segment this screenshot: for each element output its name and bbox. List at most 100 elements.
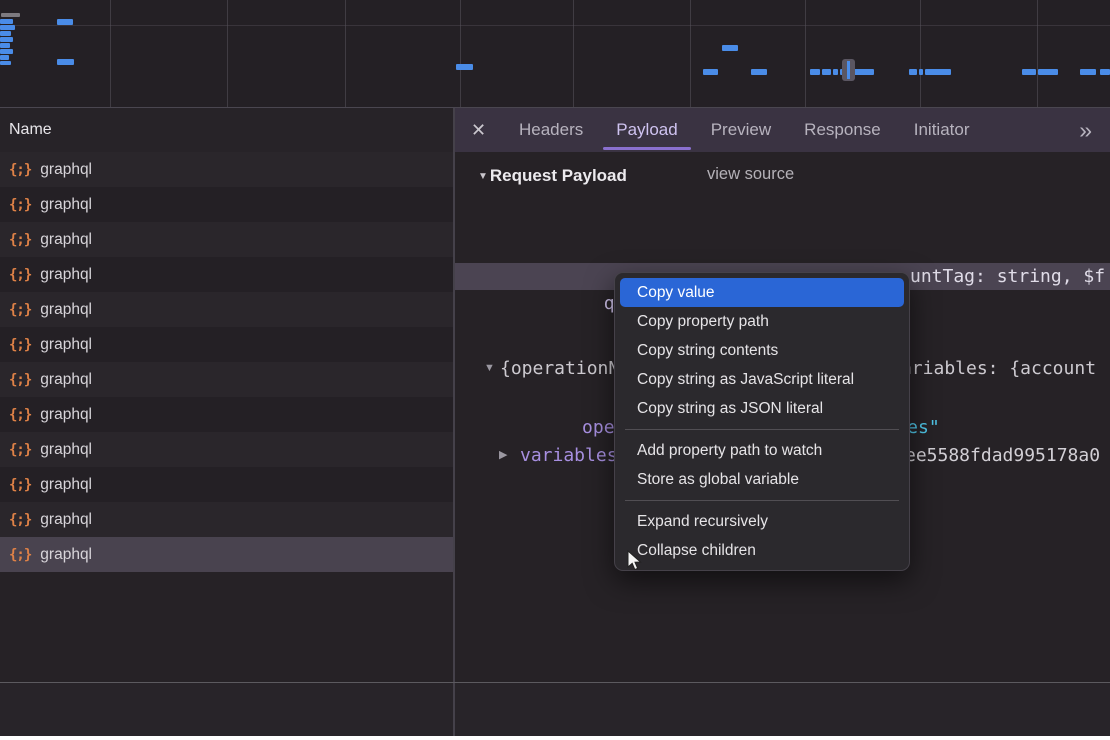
waterfall-bar[interactable] (1080, 69, 1096, 75)
waterfall-bar[interactable] (0, 19, 13, 24)
menu-item-copy-value[interactable]: Copy value (620, 278, 904, 307)
menu-item-store-as-global-variable[interactable]: Store as global variable (620, 465, 904, 494)
section-collapse-icon[interactable]: ▼ (478, 171, 488, 182)
waterfall-bar[interactable] (919, 69, 923, 75)
column-header-name[interactable]: Name (0, 108, 453, 153)
braces-fetch-icon: {;} (9, 337, 31, 353)
menu-item-copy-property-path[interactable]: Copy property path (620, 307, 904, 336)
request-row[interactable]: {;} graphql (0, 327, 453, 362)
braces-fetch-icon: {;} (9, 477, 31, 493)
waterfall-bar[interactable] (456, 64, 473, 70)
close-detail-pane-button[interactable]: ✕ (471, 108, 486, 152)
requests-table: Name {;} graphql {;} graphql {;} graphql {;} gr… (0, 108, 453, 736)
braces-fetch-icon: {;} (9, 442, 31, 458)
braces-fetch-icon: {;} (9, 372, 31, 388)
request-name-label: graphql (40, 511, 92, 529)
menu-item-expand-recursively[interactable]: Expand recursively (620, 507, 904, 536)
waterfall-bar[interactable] (810, 69, 820, 75)
request-row[interactable]: {;} graphql (0, 467, 453, 502)
menu-item-add-property-path-to-watch[interactable]: Add property path to watch (620, 436, 904, 465)
collapse-arrow-icon[interactable]: ▼ (484, 354, 495, 383)
menu-item-collapse-children[interactable]: Collapse children (620, 536, 904, 565)
waterfall-bar[interactable] (0, 61, 11, 65)
menu-separator (625, 429, 899, 430)
menu-item-copy-string-as-javascript-literal[interactable]: Copy string as JavaScript literal (620, 365, 904, 394)
request-name-label: graphql (40, 196, 92, 214)
request-name-label: graphql (40, 336, 92, 354)
tab-payload[interactable]: Payload (616, 108, 677, 152)
context-menu: Copy valueCopy property pathCopy string … (614, 272, 910, 571)
request-name-label: graphql (40, 266, 92, 284)
braces-fetch-icon: {;} (9, 302, 31, 318)
waterfall-bar[interactable] (0, 49, 13, 54)
braces-fetch-icon: {;} (9, 267, 31, 283)
detail-tab-bar: ✕ Headers Payload Preview Response Initiator… (455, 108, 1110, 152)
waterfall-bar[interactable] (0, 25, 15, 30)
braces-fetch-icon: {;} (9, 197, 31, 213)
waterfall-bar[interactable] (1, 13, 20, 17)
more-tabs-button[interactable]: » (1079, 108, 1090, 152)
tab-initiator[interactable]: Initiator (914, 108, 970, 152)
request-row[interactable]: {;}graphql (0, 397, 453, 432)
waterfall-bar[interactable] (751, 69, 767, 75)
waterfall-bar[interactable] (1100, 69, 1110, 75)
waterfall-bar[interactable] (57, 59, 74, 65)
request-row[interactable]: {;}graphql (0, 432, 453, 467)
waterfall-bar[interactable] (852, 69, 874, 75)
request-name-label: graphql (40, 476, 92, 494)
selected-request-tick (847, 61, 850, 79)
braces-fetch-icon: {;} (9, 512, 31, 528)
overview-horizontal-gridline (0, 25, 1110, 26)
waterfall-bar[interactable] (57, 19, 73, 25)
request-name-label: graphql (40, 161, 92, 179)
waterfall-bar[interactable] (833, 69, 838, 75)
summary-footer (0, 683, 1110, 736)
expand-arrow-icon[interactable]: ▶ (499, 441, 507, 470)
overview-gridline (920, 0, 921, 107)
waterfall-bar[interactable] (0, 37, 13, 42)
name-column-label: Name (9, 121, 52, 139)
menu-item-copy-string-contents[interactable]: Copy string contents (620, 336, 904, 365)
request-payload-section-title[interactable]: Request Payload (490, 166, 627, 186)
request-row[interactable]: {;} graphql (0, 187, 453, 222)
overview-gridline (227, 0, 228, 107)
selected-request-marker (842, 59, 855, 81)
request-row[interactable]: {;} graphql (0, 362, 453, 397)
request-name-label: graphql (40, 406, 92, 424)
request-name-label: graphql (40, 301, 92, 319)
request-row[interactable]: {;} graphql (0, 292, 453, 327)
menu-item-copy-string-as-json-literal[interactable]: Copy string as JSON literal (620, 394, 904, 423)
overview-gridline (110, 0, 111, 107)
tab-preview[interactable]: Preview (711, 108, 771, 152)
view-source-link[interactable]: view source (707, 165, 794, 184)
tab-headers[interactable]: Headers (519, 108, 583, 152)
braces-fetch-icon: {;} (9, 232, 31, 248)
request-row[interactable]: {;} graphql (0, 502, 453, 537)
waterfall-bar[interactable] (0, 31, 11, 36)
property-key: variables (520, 441, 618, 470)
waterfall-bar[interactable] (909, 69, 917, 75)
overview-gridline (1037, 0, 1038, 107)
waterfall-bar[interactable] (925, 69, 951, 75)
menu-separator (625, 500, 899, 501)
waterfall-bar[interactable] (1038, 69, 1058, 75)
overview-gridline (690, 0, 691, 107)
network-overview-timeline[interactable] (0, 0, 1110, 108)
waterfall-bar[interactable] (703, 69, 718, 75)
request-name-label: graphql (40, 371, 92, 389)
variables-preview-right-fragment: ee5588fdad995178a0 (905, 441, 1100, 470)
request-row[interactable]: {;}graphql (0, 537, 453, 572)
waterfall-bar[interactable] (1022, 69, 1036, 75)
waterfall-bar[interactable] (822, 69, 831, 75)
request-name-label: graphql (40, 231, 92, 249)
waterfall-bar[interactable] (0, 43, 10, 48)
tab-response[interactable]: Response (804, 108, 881, 152)
property-value-right-fragment: untTag: string, $f (910, 263, 1105, 290)
waterfall-bar[interactable] (0, 55, 9, 60)
request-row[interactable]: {;} graphql (0, 222, 453, 257)
waterfall-bar[interactable] (722, 45, 738, 51)
request-row[interactable]: {;} graphql (0, 152, 453, 187)
overview-gridline (345, 0, 346, 107)
braces-fetch-icon: {;} (9, 162, 31, 178)
request-row[interactable]: {;} graphql (0, 257, 453, 292)
